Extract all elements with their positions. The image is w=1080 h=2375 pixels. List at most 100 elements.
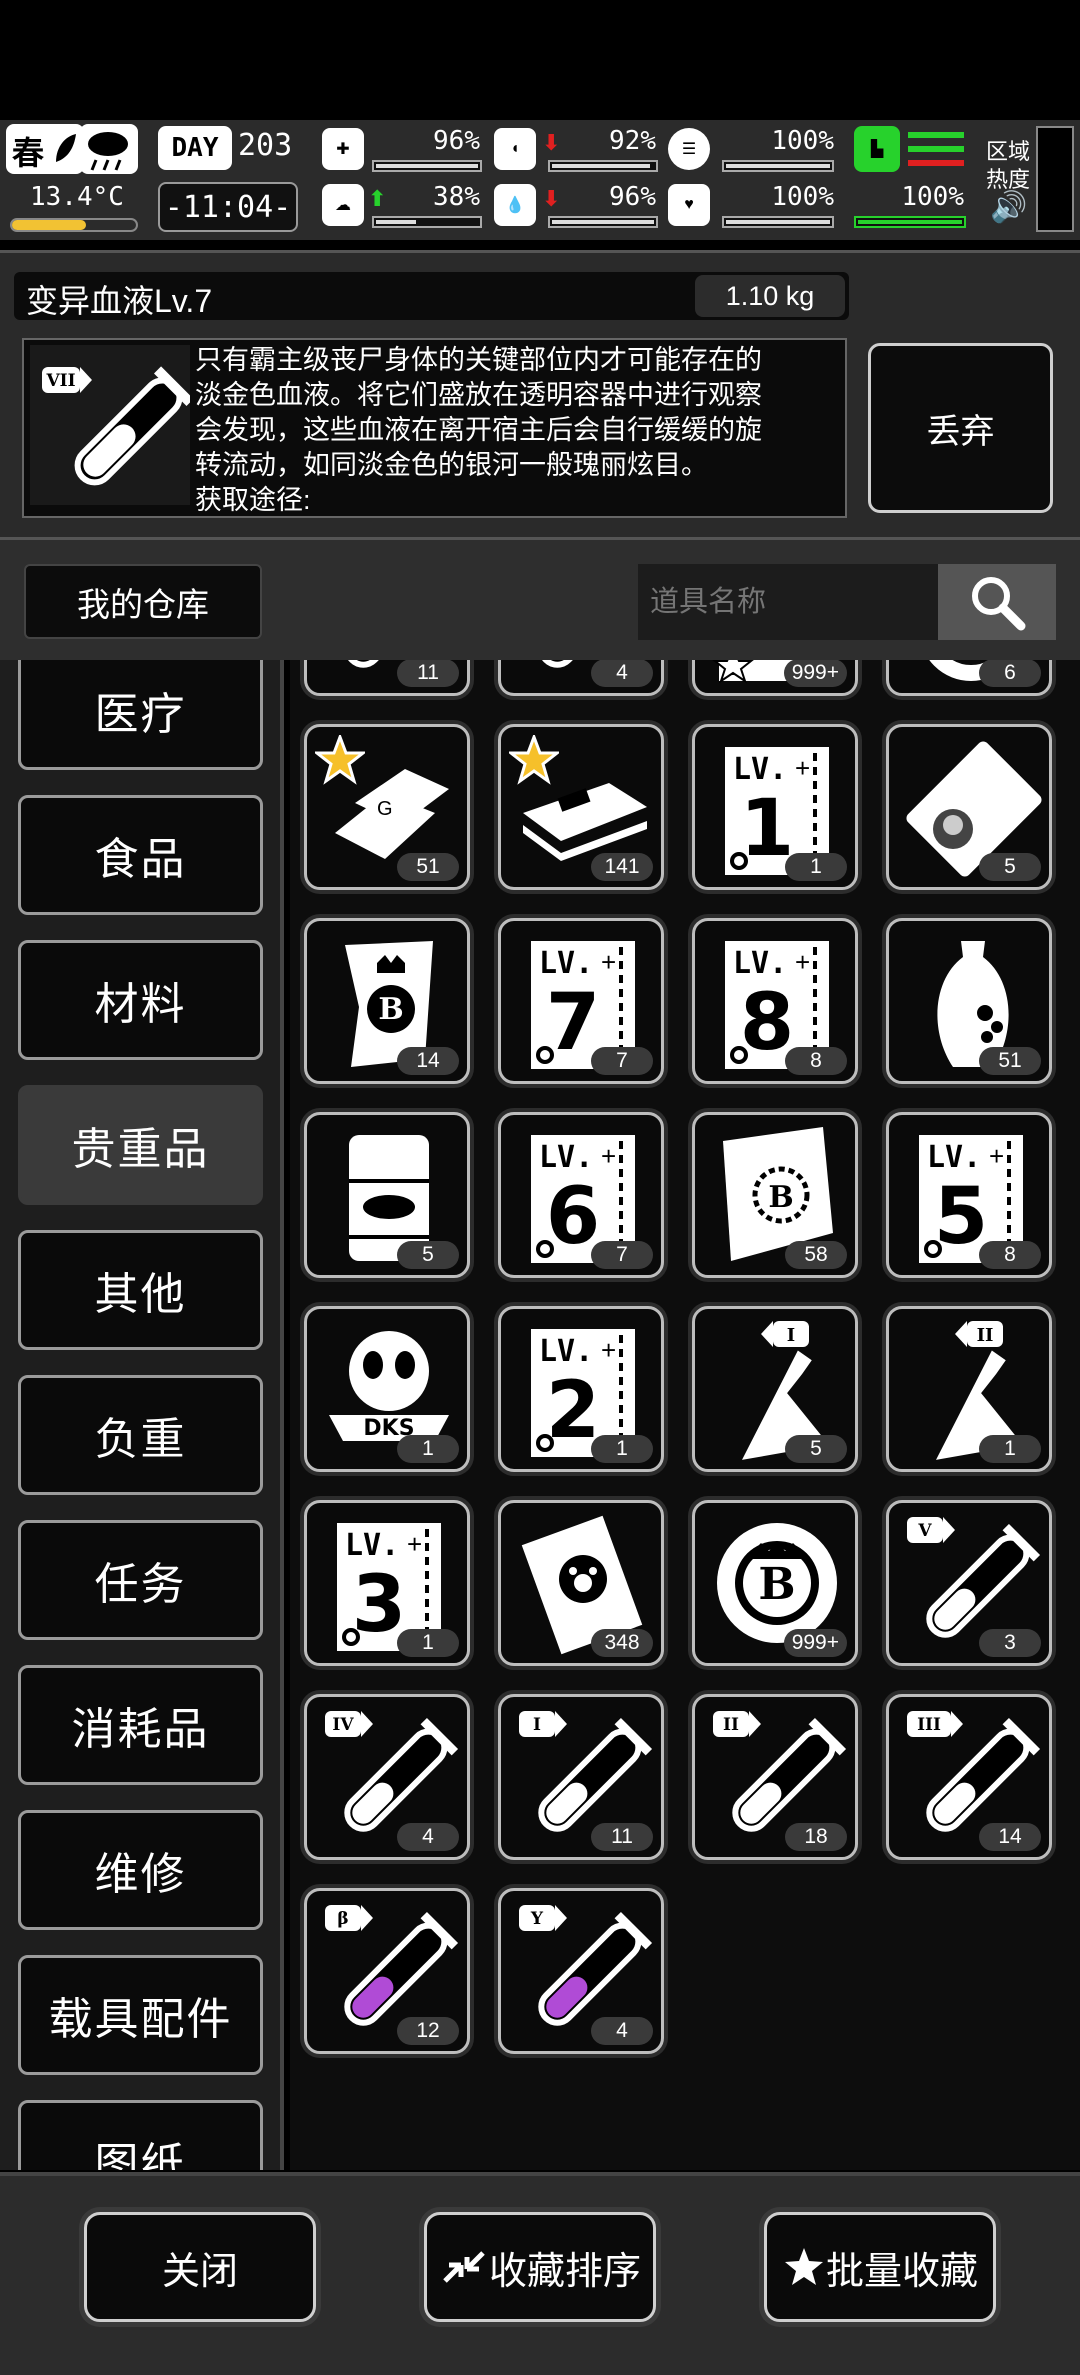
ticket-plus-text: + <box>601 947 616 977</box>
heart-pct: 100% <box>771 182 834 212</box>
item-slot[interactable]: 5 <box>304 1112 470 1278</box>
category-tab[interactable]: 维修 <box>18 1810 263 1930</box>
vial-badge-text: I <box>533 1715 541 1735</box>
my-warehouse-button[interactable]: 我的仓库 <box>24 564 262 639</box>
item-slot[interactable]: LV. + 3 1 <box>304 1500 470 1666</box>
batch-favorite-button[interactable]: 批量收藏 <box>764 2212 996 2322</box>
category-tab[interactable]: 食品 <box>18 795 263 915</box>
item-slot[interactable]: IV 4 <box>304 1694 470 1860</box>
item-slot[interactable]: I 5 <box>692 1306 858 1472</box>
item-slot[interactable]: I 11 <box>498 1694 664 1860</box>
heart-bar <box>722 216 834 228</box>
close-label: 关闭 <box>161 2250 238 2293</box>
vial-badge-text: V <box>917 1521 932 1541</box>
item-slot[interactable]: 5 <box>886 724 1052 890</box>
ticket-lv-text: LV. <box>733 752 787 787</box>
search-button[interactable] <box>938 564 1056 640</box>
category-tab[interactable]: 载具配件 <box>18 1955 263 2075</box>
water-drop-icon: 💧 <box>494 184 536 226</box>
item-slot[interactable]: G 51 <box>304 724 470 890</box>
category-tab[interactable]: 消耗品 <box>18 1665 263 1785</box>
category-tab[interactable]: 医疗 <box>18 660 263 770</box>
category-sidebar[interactable]: 医疗食品材料贵重品其他负重任务消耗品维修载具配件图纸 <box>0 660 283 2170</box>
category-tab[interactable]: 任务 <box>18 1520 263 1640</box>
item-count-badge: 1 <box>785 853 847 881</box>
coin-letter: B <box>378 992 403 1027</box>
item-slot[interactable]: 6 <box>886 660 1052 696</box>
health-bar <box>372 160 482 172</box>
flask-badge-text: I <box>787 1325 795 1346</box>
ticket-lv-text: LV. <box>345 1528 399 1563</box>
item-grid[interactable]: VII 11 VI 4999+6G51141 LV. + 1 15B14 LV.… <box>290 660 1080 2170</box>
day-label: DAY <box>158 126 232 170</box>
heart-icon: ♥ <box>668 184 710 226</box>
category-tab[interactable]: 材料 <box>18 940 263 1060</box>
mood-bar <box>372 216 482 228</box>
ticket-plus-text: + <box>795 947 810 977</box>
vial-badge-text: III <box>917 1715 941 1735</box>
item-slot[interactable]: β 12 <box>304 1888 470 2054</box>
item-slot[interactable]: LV. + 2 1 <box>498 1306 664 1472</box>
search-input[interactable] <box>638 564 938 640</box>
stomach-icon: ◖ <box>494 128 536 170</box>
ticket-lv-text: LV. <box>539 1140 593 1175</box>
ticket-plus-text: + <box>601 1335 616 1365</box>
item-slot[interactable]: LV. + 6 7 <box>498 1112 664 1278</box>
item-count-badge: 999+ <box>783 1629 847 1657</box>
desc-line-2: 淡金色血液。将它们盛放在透明容器中进行观察 <box>195 380 762 410</box>
medkit-icon: ✚ <box>322 128 364 170</box>
item-slot[interactable]: V 3 <box>886 1500 1052 1666</box>
item-slot[interactable]: B 58 <box>692 1112 858 1278</box>
vial-badge-text: β <box>337 1909 348 1929</box>
item-count-badge: 5 <box>785 1435 847 1463</box>
leaf-icon <box>56 134 76 162</box>
chip-letter: B <box>758 1559 795 1610</box>
item-count-badge: 4 <box>591 2017 653 2045</box>
item-slot[interactable]: II 18 <box>692 1694 858 1860</box>
item-slot[interactable]: II 1 <box>886 1306 1052 1472</box>
item-slot[interactable]: 51 <box>886 918 1052 1084</box>
item-count-badge: 5 <box>397 1241 459 1269</box>
volume-icon[interactable]: 🔊 <box>990 190 1027 225</box>
item-slot[interactable]: DKS 1 <box>304 1306 470 1472</box>
selected-item-icon: VII <box>30 345 194 505</box>
item-count-badge: 3 <box>979 1629 1041 1657</box>
star-sparkle-icon <box>784 2248 823 2285</box>
item-slot[interactable]: LV. + 7 7 <box>498 918 664 1084</box>
item-count-badge: 7 <box>591 1241 653 1269</box>
item-slot[interactable]: LV. + 8 8 <box>692 918 858 1084</box>
item-slot[interactable]: III 14 <box>886 1694 1052 1860</box>
discard-button[interactable]: 丢弃 <box>868 343 1053 513</box>
item-slot[interactable]: VI 4 <box>498 660 664 696</box>
sort-favorites-label: 收藏排序 <box>488 2250 641 2293</box>
category-tab[interactable]: 贵重品 <box>18 1085 263 1205</box>
item-count-badge: 11 <box>591 1823 653 1851</box>
item-slot[interactable]: LV. + 1 1 <box>692 724 858 890</box>
item-slot[interactable]: 348 <box>498 1500 664 1666</box>
item-slot[interactable]: LV. + 5 8 <box>886 1112 1052 1278</box>
stamina-bar <box>722 160 834 172</box>
item-count-badge: 14 <box>979 1823 1041 1851</box>
item-slot[interactable]: B 14 <box>304 918 470 1084</box>
sort-favorites-button[interactable]: 收藏排序 <box>424 2212 656 2322</box>
item-slot[interactable]: VII 11 <box>304 660 470 696</box>
favorite-star-icon <box>509 735 559 785</box>
item-slot[interactable]: B 999+ <box>692 1500 858 1666</box>
vial-badge-text: Y <box>530 1909 544 1929</box>
close-button[interactable]: 关闭 <box>84 2212 316 2322</box>
item-count-badge: 12 <box>397 2017 459 2045</box>
category-tab[interactable]: 负重 <box>18 1375 263 1495</box>
item-description-text: 只有霸主级丧尸身体的关键部位内才可能存在的 淡金色血液。将它们盛放在透明容器中进… <box>195 343 845 518</box>
item-slot[interactable]: Y 4 <box>498 1888 664 2054</box>
category-tab[interactable]: 图纸 <box>18 2100 263 2170</box>
item-count-badge: 1 <box>591 1435 653 1463</box>
item-slot[interactable]: 141 <box>498 724 664 890</box>
item-count-badge: 6 <box>979 660 1041 687</box>
desc-line-3: 会发现，这些血液在离开宿主后会自行缓缓的旋 <box>195 415 762 445</box>
category-tab[interactable]: 其他 <box>18 1230 263 1350</box>
item-slot[interactable]: 999+ <box>692 660 858 696</box>
speed-pct: 100% <box>901 182 964 212</box>
item-count-badge: 1 <box>397 1435 459 1463</box>
ticket-plus-text: + <box>407 1529 422 1559</box>
mood-pct: 38% <box>433 182 480 212</box>
